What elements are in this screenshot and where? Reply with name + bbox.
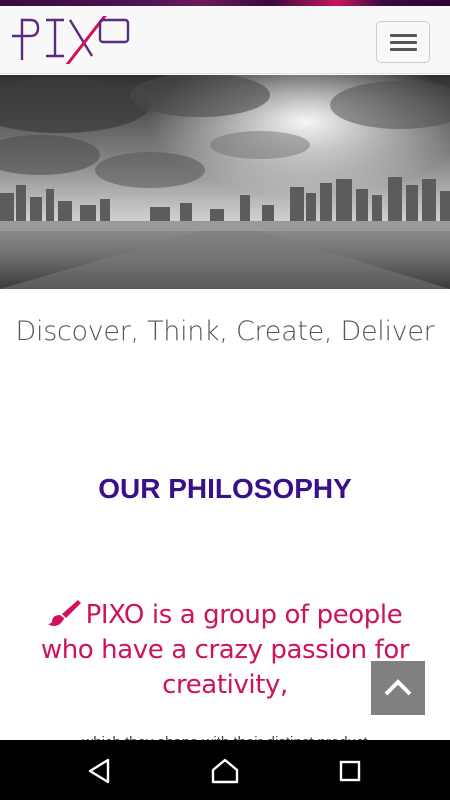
site-navbar bbox=[0, 6, 450, 74]
philosophy-heading: OUR PHILOSOPHY bbox=[98, 473, 352, 504]
hamburger-icon-bar bbox=[390, 41, 417, 44]
android-navigation-bar bbox=[0, 740, 450, 800]
hamburger-icon bbox=[390, 34, 417, 37]
recents-square-icon[interactable] bbox=[338, 758, 364, 789]
home-circle-icon[interactable] bbox=[211, 758, 239, 789]
paint-brush-icon bbox=[47, 598, 82, 626]
pixo-logo[interactable] bbox=[10, 11, 132, 67]
back-triangle-icon[interactable] bbox=[86, 758, 114, 789]
back-to-top-button[interactable] bbox=[371, 661, 425, 715]
philosophy-text: PIXO is a group of people who have a cra… bbox=[40, 600, 410, 700]
hamburger-icon-bar bbox=[390, 48, 417, 51]
hero-image bbox=[0, 75, 450, 289]
philosophy-statement: PIXO is a group of people who have a cra… bbox=[20, 598, 430, 703]
hero-tagline: Discover, Think, Create, Deliver bbox=[15, 316, 435, 347]
chevron-up-icon bbox=[384, 679, 412, 696]
menu-toggle-button[interactable] bbox=[376, 21, 430, 63]
